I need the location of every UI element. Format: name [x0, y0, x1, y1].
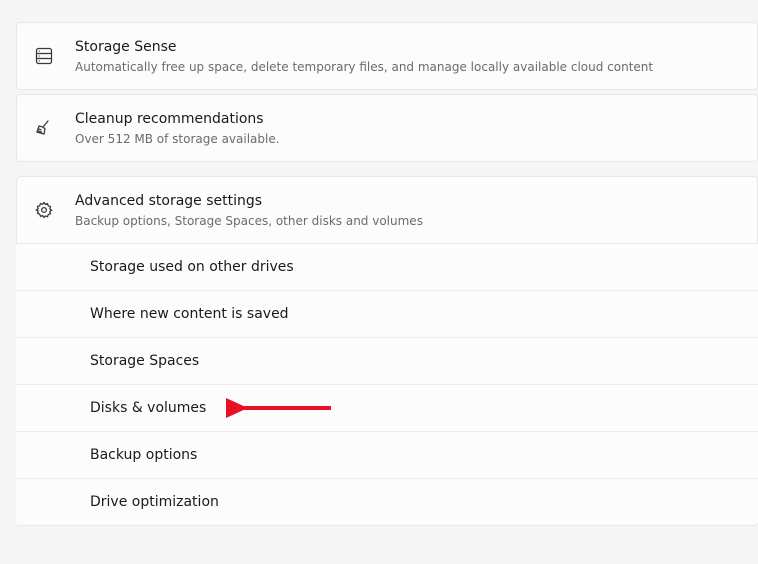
sub-item-label: Disks & volumes	[90, 400, 738, 416]
card-text: Cleanup recommendations Over 512 MB of s…	[75, 109, 737, 147]
card-text: Advanced storage settings Backup options…	[75, 191, 737, 229]
sub-item-disks-volumes[interactable]: Disks & volumes	[16, 385, 758, 432]
card-title: Advanced storage settings	[75, 191, 737, 211]
sub-item-storage-used-other-drives[interactable]: Storage used on other drives	[16, 244, 758, 291]
sub-item-drive-optimization[interactable]: Drive optimization	[16, 479, 758, 526]
advanced-storage-expander[interactable]: Advanced storage settings Backup options…	[16, 176, 758, 244]
card-subtitle: Automatically free up space, delete temp…	[75, 59, 737, 75]
sub-item-label: Storage Spaces	[90, 353, 738, 369]
sub-item-storage-spaces[interactable]: Storage Spaces	[16, 338, 758, 385]
sub-item-backup-options[interactable]: Backup options	[16, 432, 758, 479]
disk-icon	[33, 45, 55, 67]
card-text: Storage Sense Automatically free up spac…	[75, 37, 737, 75]
cleanup-recommendations-card[interactable]: Cleanup recommendations Over 512 MB of s…	[16, 94, 758, 162]
card-title: Cleanup recommendations	[75, 109, 737, 129]
broom-icon	[33, 117, 55, 139]
advanced-storage-subitems: Storage used on other drives Where new c…	[16, 244, 758, 526]
sub-item-label: Storage used on other drives	[90, 259, 738, 275]
gear-icon	[33, 199, 55, 221]
sub-item-label: Where new content is saved	[90, 306, 738, 322]
sub-item-label: Backup options	[90, 447, 738, 463]
card-subtitle: Over 512 MB of storage available.	[75, 131, 737, 147]
card-subtitle: Backup options, Storage Spaces, other di…	[75, 213, 737, 229]
sub-item-where-new-content[interactable]: Where new content is saved	[16, 291, 758, 338]
settings-storage-page: Storage Sense Automatically free up spac…	[0, 22, 758, 526]
storage-sense-card[interactable]: Storage Sense Automatically free up spac…	[16, 22, 758, 90]
card-title: Storage Sense	[75, 37, 737, 57]
sub-item-label: Drive optimization	[90, 494, 738, 510]
